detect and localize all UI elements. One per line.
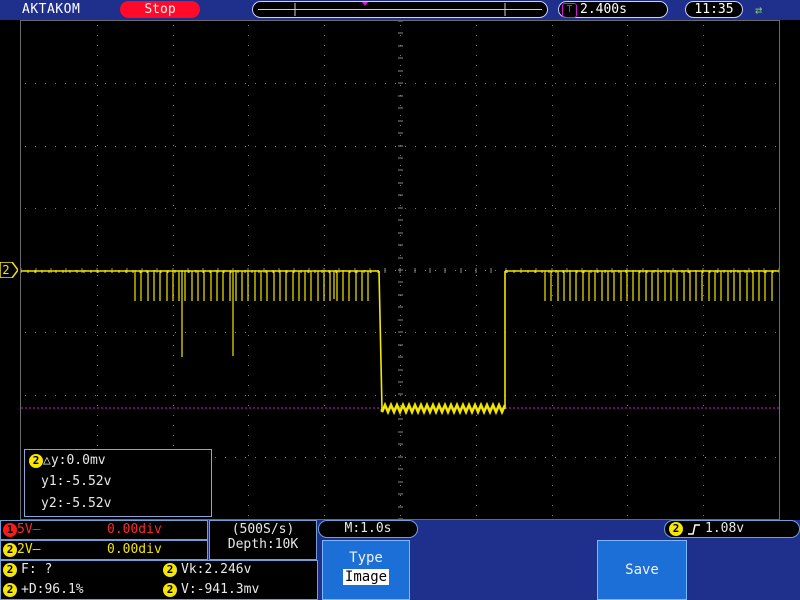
waveform-display[interactable] [20, 20, 780, 520]
trigger-position-icon: T [562, 3, 577, 18]
time-position-value: 2.400s [580, 2, 627, 17]
clock: 11:35 [685, 1, 743, 18]
timebase-indicator[interactable]: M:1.0s [318, 520, 418, 538]
timebase-value: M:1.0s [344, 521, 392, 536]
waveform-low-level [380, 401, 507, 416]
rising-edge-icon [688, 524, 700, 535]
clock-value: 11:35 [694, 2, 734, 17]
waveform-glitch-spikes [134, 271, 773, 357]
trigger-channel-badge: 2 [669, 522, 683, 536]
bottom-status-bar: 1 5V— 0.00div 2 2V— 0.00div (500S/s) Dep… [0, 520, 800, 600]
save-button[interactable]: Save [597, 540, 687, 600]
waveform-falling-edge [378, 270, 383, 410]
trigger-level: 1.08v [705, 521, 745, 536]
ch2-scale: 2V— [17, 542, 41, 557]
trigger-time-position[interactable]: T 2.400s [558, 1, 668, 18]
usb-icon: ⇄ [755, 3, 763, 17]
ch1-offset: 0.00div [107, 522, 162, 537]
type-label: Type [349, 550, 383, 566]
ch2-marker-label: 2 [2, 263, 9, 277]
ch1-badge: 1 [3, 523, 17, 537]
ch2-settings[interactable]: 2 2V— 0.00div [0, 540, 208, 560]
cursor-y1-value: y1:-5.52v [41, 474, 112, 489]
brand-label: AKTAKOM [22, 2, 81, 17]
waveform-canvas [21, 21, 779, 519]
memory-position-bar[interactable] [252, 1, 548, 18]
meas-ch-badge-3: 2 [163, 563, 177, 577]
cursor-y2-value: y2:-5.52v [41, 496, 112, 511]
meas-frequency: F: ? [21, 562, 53, 577]
memory-depth: Depth:10K [227, 537, 299, 552]
ch2-level-marker[interactable]: 2 [0, 262, 18, 278]
cursor-channel-badge: 2 [29, 453, 43, 468]
meas-ch-badge-2: 2 [3, 583, 17, 597]
meas-ch-badge-1: 2 [3, 563, 17, 577]
cursor-delta-value: △y:0.0mv [43, 453, 106, 468]
meas-duty: +D:96.1% [21, 582, 84, 597]
memory-position-graphic [258, 2, 542, 16]
save-label: Save [625, 562, 659, 578]
top-status-bar: AKTAKOM Stop T 2.400s 11:35 ⇄ [0, 0, 800, 20]
ch1-scale: 5V— [17, 522, 41, 537]
meas-v: V:-941.3mv [181, 582, 260, 597]
ch2-badge: 2 [3, 543, 17, 557]
type-menu-button[interactable]: Type Image [322, 540, 410, 600]
meas-vk: Vk:2.246v [181, 562, 252, 577]
trigger-indicator[interactable]: 2 1.08v [664, 520, 800, 538]
sample-rate: (500S/s) [231, 522, 295, 537]
ch2-offset: 0.00div [107, 542, 162, 557]
run-stop-indicator[interactable]: Stop [120, 1, 200, 18]
meas-ch-badge-4: 2 [163, 583, 177, 597]
cursor-delta-row: 2 △y:0.0mv [29, 452, 106, 470]
ch1-settings[interactable]: 1 5V— 0.00div [0, 520, 208, 540]
cursor-readout-panel: 2 △y:0.0mv y1:-5.52v y2:-5.52v [24, 449, 212, 517]
measurements-panel: 2 F: ? 2 +D:96.1% 2 Vk:2.246v 2 V:-941.3… [0, 560, 318, 600]
acquisition-panel: (500S/s) Depth:10K [209, 520, 317, 560]
type-value: Image [342, 569, 390, 585]
